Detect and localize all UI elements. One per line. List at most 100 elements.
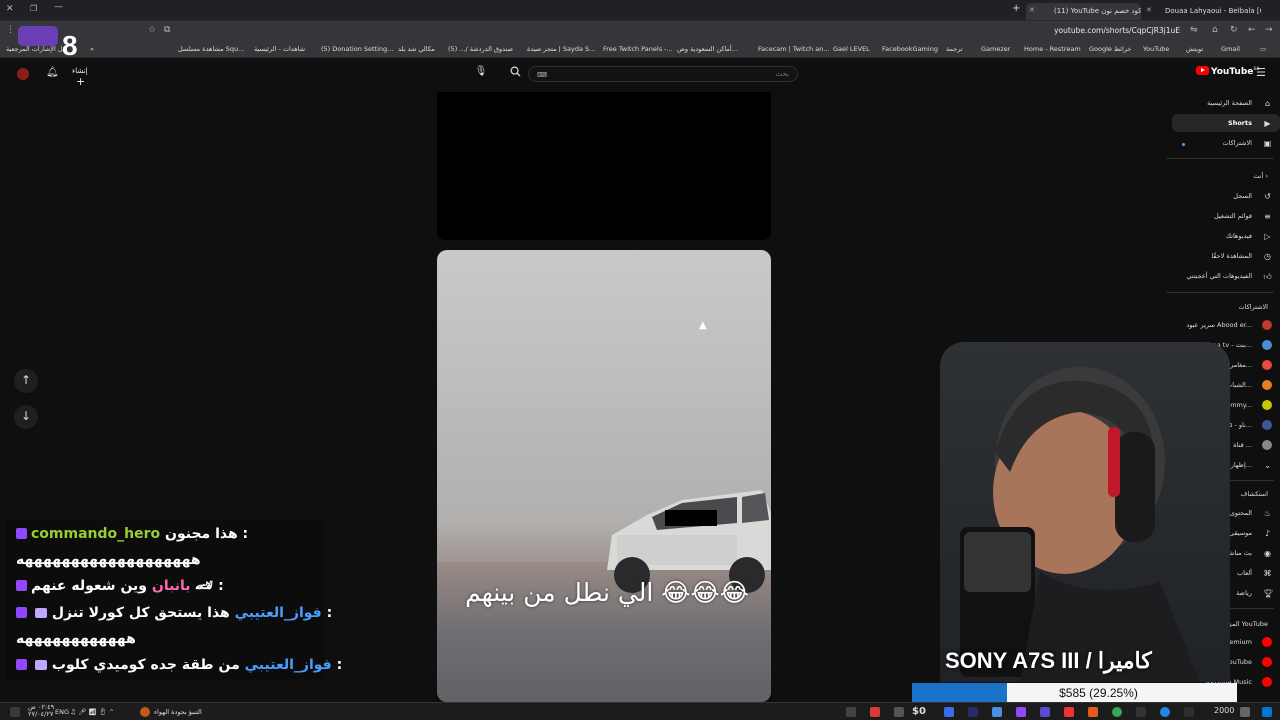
sidebar-item-liked[interactable]: الفيديوهات التي أعجبتني 👍︎ xyxy=(1172,267,1280,285)
twitch-icon[interactable] xyxy=(1016,707,1026,717)
bookmark[interactable]: شاهدات - الرئيسية xyxy=(254,45,305,53)
sidebar-item-your-videos[interactable]: فيديوهاتك ▷ xyxy=(1172,227,1280,245)
back-icon[interactable]: → xyxy=(1265,25,1273,35)
bookmark[interactable]: Gael LEVEL xyxy=(833,45,870,53)
close-tab-icon[interactable]: ✕ xyxy=(1029,6,1035,14)
previous-short-video[interactable] xyxy=(437,92,771,240)
restore-window-icon[interactable]: ❐ xyxy=(30,4,37,13)
bookmark[interactable]: صندوق الدردشة /... (5) xyxy=(448,45,513,53)
brave-icon[interactable] xyxy=(1088,707,1098,717)
browser-tab-bar: ✕ ❐ — + ✕ (11) YouTube كود خصم نون - ✕ D… xyxy=(0,0,1280,21)
taskbar-app-icon[interactable] xyxy=(894,707,904,717)
channel-avatar xyxy=(1262,320,1272,330)
reload-icon[interactable]: ↻ xyxy=(1230,25,1238,35)
menu-dots-icon[interactable]: ⋮ xyxy=(6,25,15,35)
new-tab-icon[interactable]: + xyxy=(1012,3,1020,14)
weather-widget[interactable]: التنبؤ بجودة الهواء xyxy=(154,708,202,716)
start-menu-icon[interactable] xyxy=(1262,707,1272,717)
divider xyxy=(1166,158,1274,159)
bookmark[interactable]: Google خرائط xyxy=(1089,45,1131,53)
bookmark[interactable]: Gmail xyxy=(1221,45,1240,53)
bell-icon[interactable]: 🔔︎ xyxy=(46,67,59,78)
bookmark[interactable]: Facecam | Twitch an... xyxy=(758,45,830,53)
bookmark[interactable]: ترجمة xyxy=(946,45,963,53)
weather-icon[interactable] xyxy=(140,707,150,717)
avatar[interactable] xyxy=(17,68,29,80)
file-explorer-icon[interactable] xyxy=(1184,707,1194,717)
taskbar-app-icon[interactable] xyxy=(870,707,880,717)
taskbar-app-icon[interactable] xyxy=(944,707,954,717)
sidebar-sub-item[interactable]: سرير عبود Abood er... xyxy=(1172,316,1280,334)
chat-message: فواز_العتيبي هذا يستحق كل كورلا تنزل : xyxy=(16,605,332,621)
windows-taskbar: ٠٢:٤٩ ص ٢٧/٠٤/٢٧ ENG ♫ 🎤︎ 📶︎ 🔋︎ ⌃ التنبؤ … xyxy=(0,702,1280,720)
sidebar-item-shorts[interactable]: Shorts ▶ xyxy=(1172,114,1280,132)
hamburger-icon[interactable]: ☰ xyxy=(1256,66,1266,79)
music-icon: ♪ xyxy=(1264,529,1271,538)
taskbar-app-icon[interactable] xyxy=(1136,707,1146,717)
forward-icon[interactable]: ← xyxy=(1248,25,1256,35)
folder-icon[interactable]: ▭ xyxy=(1260,45,1266,53)
chat-message: commando_hero هذا مجنون : xyxy=(16,526,248,542)
channel-avatar xyxy=(1262,340,1272,350)
bookmark[interactable]: متجر صيدة | Sayda S... xyxy=(527,45,595,53)
next-short-button[interactable]: ↓ xyxy=(14,405,38,429)
home-icon[interactable]: ⌂ xyxy=(1212,25,1218,35)
bookmarks-overflow-icon[interactable]: » xyxy=(90,45,94,53)
bookmark[interactable]: Home - Restream xyxy=(1024,45,1081,53)
video-icon: ▷ xyxy=(1264,232,1271,241)
chat-message-cont: ههههههههههههه xyxy=(16,631,136,647)
edge-icon[interactable] xyxy=(1160,707,1170,717)
bookmark[interactable]: تويتش xyxy=(1186,45,1203,53)
tray-value: $0 xyxy=(912,706,926,717)
home-icon: ⌂ xyxy=(1264,99,1271,108)
chrome-icon[interactable] xyxy=(1112,707,1122,717)
url-field[interactable]: youtube.com/shorts/CqpCjR3j1uE xyxy=(1054,26,1180,35)
taskbar-app-icon[interactable] xyxy=(1040,707,1050,717)
language-indicator[interactable]: ENG xyxy=(55,708,69,716)
bookmark[interactable]: مشاهدة مسلسل Squ... xyxy=(178,45,244,53)
youtube-logo[interactable]: YouTubeSA xyxy=(1196,66,1259,82)
sidebar-item-playlists[interactable]: قوائم التشغيل ≡ xyxy=(1172,207,1280,225)
sidebar-item-subscriptions[interactable]: الاشتراكات ▣ xyxy=(1172,134,1280,152)
keyboard-icon[interactable]: ⌨ xyxy=(537,71,547,79)
bookmark[interactable]: FacebookGaming xyxy=(882,45,938,53)
chat-message: فواز_العتيبي من طقة جده كوميدي كلوب : xyxy=(16,657,342,673)
you-section-header[interactable]: أنت › xyxy=(1253,172,1268,180)
bookmark[interactable]: (5) Donation Setting... xyxy=(321,45,393,53)
chevron-down-icon: ⌄ xyxy=(1264,461,1271,470)
sidebar-item-home[interactable]: الصفحة الرئيسية ⌂ xyxy=(1172,94,1280,112)
search-input[interactable]: ⌨ بحث xyxy=(528,66,798,82)
create-button[interactable]: إنشاء + xyxy=(72,67,102,88)
taskbar-app-icon[interactable] xyxy=(1064,707,1074,717)
subscriptions-header: الاشتراكات xyxy=(1238,303,1268,311)
search-button[interactable] xyxy=(504,66,526,82)
bookmark[interactable]: Gamezer xyxy=(981,45,1010,53)
plus-icon: + xyxy=(76,75,86,88)
tab-douaa[interactable]: ✕ Douaa Lahyaoui - Belbala [Off... xyxy=(1143,3,1261,20)
close-window-icon[interactable]: ✕ xyxy=(6,4,14,14)
arrow-up-icon: ↑ xyxy=(20,373,32,387)
bookmark[interactable]: Free Twitch Panels -... xyxy=(603,45,673,53)
sidebar-item-history[interactable]: السجل ↺ xyxy=(1172,187,1280,205)
previous-short-button[interactable]: ↑ xyxy=(14,369,38,393)
star-icon[interactable]: ☆ xyxy=(148,25,156,35)
short-video-player[interactable]: الي نطل من بينهم 😂😂😂 xyxy=(437,250,771,702)
notifications-icon[interactable] xyxy=(10,707,20,717)
minimize-window-icon[interactable]: — xyxy=(54,2,63,12)
close-tab-icon[interactable]: ✕ xyxy=(1146,6,1152,14)
search-icon[interactable] xyxy=(1240,707,1250,717)
mic-icon[interactable]: 🎙︎ xyxy=(473,66,489,82)
extensions-icon[interactable]: ⧉ xyxy=(164,25,170,35)
clock[interactable]: ٠٢:٤٩ ص ٢٧/٠٤/٢٧ xyxy=(28,704,54,718)
sidebar-item-watch-later[interactable]: المشاهدة لاحقًا ◷ xyxy=(1172,247,1280,265)
site-settings-icon[interactable]: ⇋ xyxy=(1190,25,1198,35)
bookmark[interactable]: YouTube xyxy=(1143,45,1169,53)
tab-youtube[interactable]: ✕ (11) YouTube كود خصم نون - xyxy=(1026,3,1141,20)
all-bookmarks[interactable]: كل الإشارات المرجعية xyxy=(6,45,66,53)
taskbar-app-icon[interactable] xyxy=(968,707,978,717)
bookmark[interactable]: أماكن السعودية وص... xyxy=(677,45,738,53)
taskbar-app-icon[interactable] xyxy=(846,707,856,717)
tray-icons[interactable]: ♫ 🎤︎ 📶︎ 🔋︎ ⌃ xyxy=(70,708,114,716)
bookmark[interactable]: مكالي شد بلد xyxy=(398,45,435,53)
taskbar-app-icon[interactable] xyxy=(992,707,1002,717)
